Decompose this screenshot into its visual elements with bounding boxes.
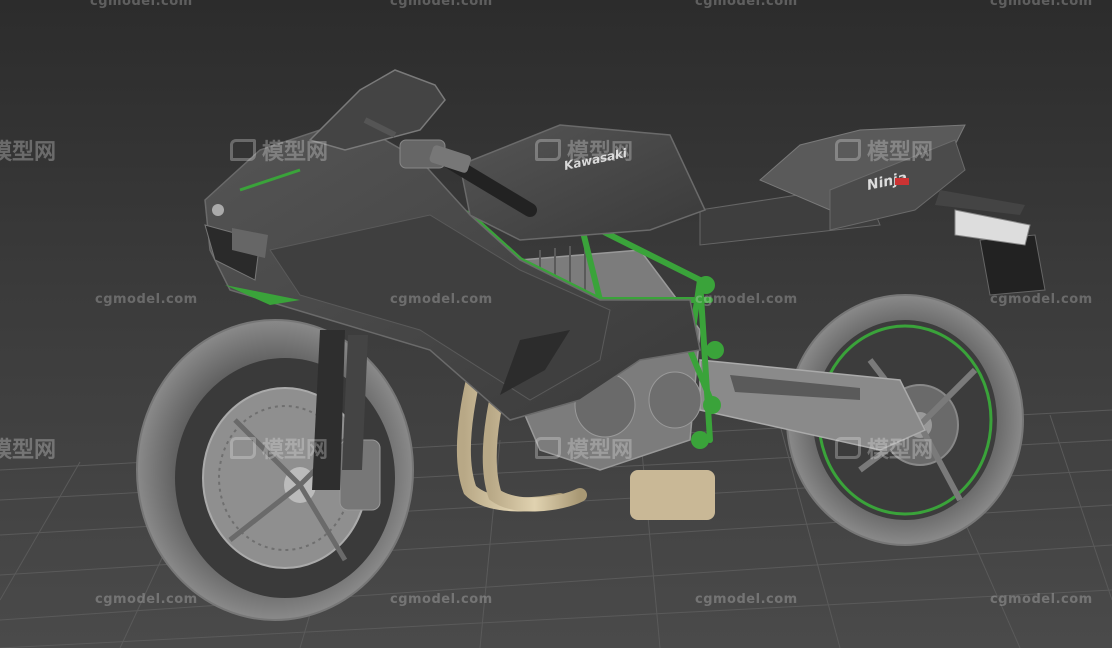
exhaust-canister xyxy=(630,470,715,520)
front-wheel xyxy=(136,319,414,621)
seat-tail: Ninja xyxy=(699,124,1046,296)
viewport-scene: Ninja Kawasaki xyxy=(0,69,1112,648)
front-fork xyxy=(312,330,368,490)
3d-viewport[interactable]: Ninja Kawasaki cgmodel.com cgmodel.com c… xyxy=(0,0,1112,648)
windscreen xyxy=(308,69,446,151)
